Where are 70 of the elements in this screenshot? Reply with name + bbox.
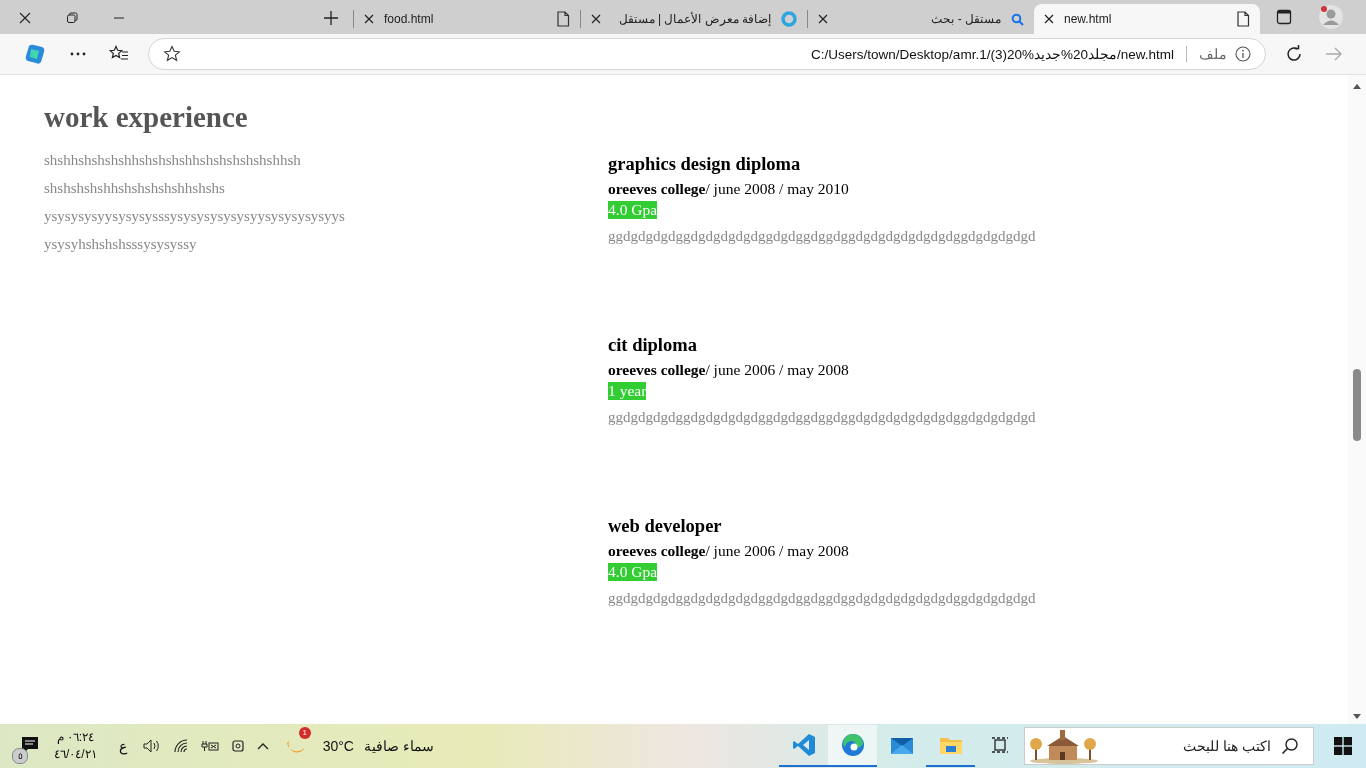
notification-count: ٥ (12, 747, 28, 764)
battery-icon[interactable] (200, 740, 219, 752)
scheme-label: ملف (1199, 46, 1227, 62)
taskbar-search-field[interactable]: اكتب هنا للبحث (1024, 727, 1314, 765)
body-text: shshhshshshshhshshshshhshshshshshshhsh (44, 152, 302, 169)
camera-icon[interactable] (230, 739, 245, 753)
star-icon[interactable] (163, 45, 181, 63)
browser-tab[interactable]: food.html (354, 4, 580, 34)
entry-description: ggdgdgdgdggdgdgdgdgdggdgdggdggdggdgdgdgdgdgdgdggdgdgdgdgd (608, 590, 1036, 607)
ring-icon (781, 11, 797, 27)
refresh-icon[interactable] (1285, 45, 1303, 63)
temperature-text[interactable]: 30°C (322, 738, 354, 754)
restore-icon[interactable] (66, 12, 78, 24)
chevron-up-icon[interactable] (256, 742, 269, 750)
info-icon[interactable] (1235, 46, 1251, 62)
sidebar-layout-icon[interactable] (1276, 9, 1292, 25)
entry-description: ggdgdgdgdggdgdgdgdgdggdgdggdggdggdgdgdgdgdgdgdggdgdgdgdgd (608, 409, 1036, 426)
favorites-icon[interactable] (109, 45, 129, 63)
clock[interactable]: ٠٦:٢٤ م ٤٦/٠٤/٢١ (54, 729, 97, 763)
entry-badge: 4.0 Gpa (608, 563, 658, 581)
close-icon[interactable] (818, 14, 828, 24)
browser-tab[interactable]: مستقل - بحث (808, 4, 1034, 34)
body-text: ysysyhshshshsssysysyssy (44, 236, 198, 253)
entry-subtitle: oreeves college/ june 2006 / may 2008 (608, 541, 850, 560)
address-field[interactable]: ملف C:/Users/town/Desktop/amr.1/(3)20%مجلد20%جديد/new.html (148, 38, 1266, 70)
mail-icon (889, 735, 914, 755)
avatar-icon[interactable] (1318, 4, 1344, 30)
entry-title: graphics design diploma (608, 153, 802, 175)
date-text: ٤٦/٠٤/٢١ (54, 746, 97, 763)
edge-icon (840, 733, 865, 757)
page-icon (556, 11, 570, 27)
close-icon[interactable] (1044, 14, 1054, 24)
code-editor-icon (791, 733, 816, 757)
close-icon[interactable] (591, 14, 601, 24)
entry-subtitle: oreeves college/ june 2008 / may 2010 (608, 179, 850, 198)
language-indicator[interactable]: ع (118, 738, 127, 754)
entry-badge: 4.0 Gpa (608, 201, 658, 219)
taskbar-app[interactable] (828, 725, 877, 767)
time-text: ٠٦:٢٤ م (56, 729, 95, 746)
windows-start-icon[interactable] (1334, 737, 1352, 755)
wifi-icon[interactable] (172, 739, 189, 753)
new-tab-icon[interactable] (323, 10, 339, 26)
scroll-down-icon[interactable] (1353, 714, 1361, 720)
folder-icon (938, 735, 963, 755)
close-icon[interactable] (364, 14, 374, 24)
scroll-thumb[interactable] (1353, 369, 1361, 441)
section-heading: work experience (44, 101, 249, 134)
more-icon[interactable] (69, 51, 87, 57)
task-view-icon (990, 736, 1009, 754)
entry-subtitle: oreeves college/ june 2006 / may 2008 (608, 360, 850, 379)
page-icon (1236, 11, 1250, 27)
entry-title: web developer (608, 515, 723, 537)
body-text: shshshshshhshshshshshhshshs (44, 180, 226, 197)
entry-badge: 1 year (608, 382, 647, 400)
search-icon (1011, 12, 1024, 26)
copilot-icon[interactable] (23, 42, 47, 66)
url-text: C:/Users/town/Desktop/amr.1/(3)20%مجلد20%جديد/new.html (811, 46, 1174, 62)
browser-tab[interactable]: إضافة معرض الأعمال | مستقل (581, 4, 807, 34)
search-placeholder: اكتب هنا للبحث (1183, 738, 1271, 754)
scroll-up-icon[interactable] (1353, 83, 1361, 89)
weather-condition[interactable]: سماء صافية (363, 738, 434, 754)
volume-icon[interactable] (142, 739, 161, 753)
scrollbar[interactable] (1348, 75, 1366, 724)
entry-title: cit diploma (608, 334, 698, 356)
entry-description: ggdgdgdgdggdgdgdgdgdggdgdggdggdggdgdgdgdgdgdgdggdgdgdgdgd (608, 228, 1036, 245)
browser-tab[interactable]: new.html (1034, 4, 1260, 34)
close-icon[interactable] (19, 12, 31, 24)
body-text: ysysysysyysysysysssysysysysysysyysysysysysyys (44, 208, 346, 225)
notification-badge: 1 (298, 726, 311, 739)
search-icon (1281, 737, 1299, 755)
